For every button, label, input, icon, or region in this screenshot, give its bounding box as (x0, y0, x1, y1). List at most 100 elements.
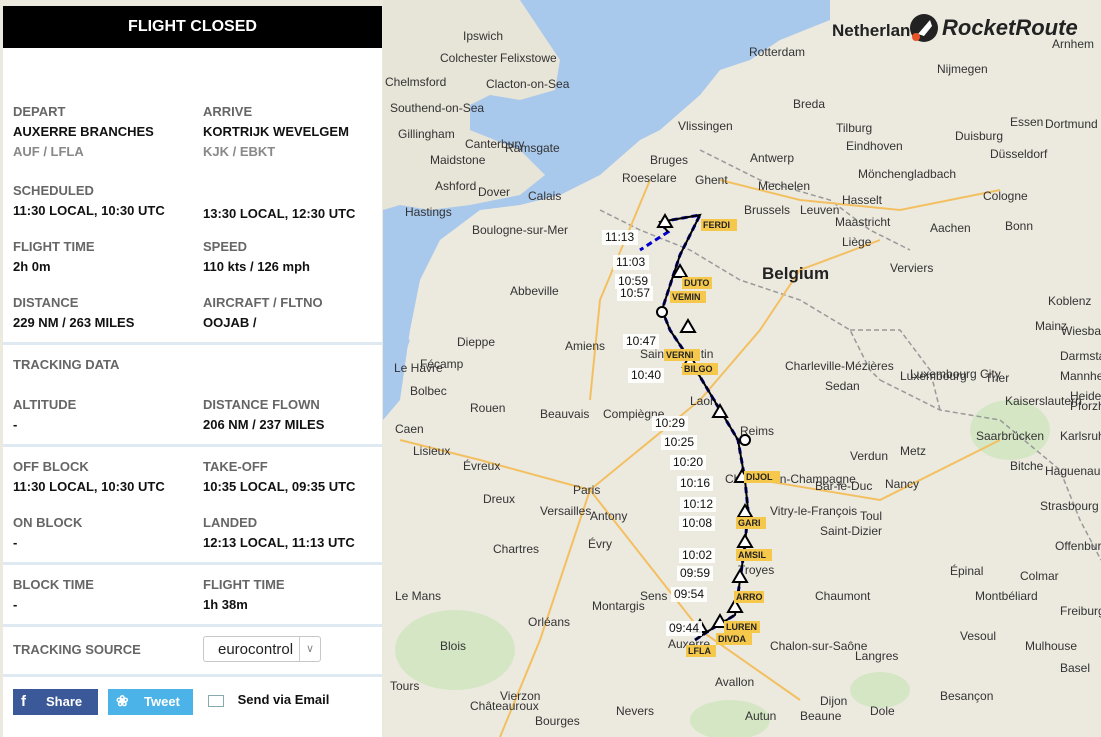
waypoint-label: DIJOL (746, 472, 773, 482)
aircraft-value: OOJAB / (203, 315, 257, 330)
city-label: Vlissingen (678, 119, 733, 133)
city-label: Chalon-sur-Saône (770, 639, 868, 653)
send-email-link[interactable]: Send via Email (208, 692, 329, 707)
city-label: Breda (793, 97, 825, 111)
city-label: Dreux (483, 492, 515, 506)
divider (3, 562, 382, 565)
depart-block: DEPART AUXERRE BRANCHES AUF / LFLA (13, 104, 154, 159)
waypoint-label: LFLA (688, 646, 711, 656)
time-label: 09:59 (680, 566, 710, 580)
time-label: 10:47 (626, 334, 656, 348)
time-label: 11:03 (616, 255, 645, 269)
city-label: Bar-le-Duc (815, 479, 872, 493)
chevron-down-icon: ∨ (299, 637, 320, 661)
tracking-title: TRACKING DATA (13, 357, 120, 372)
arrive-name: KORTRIJK WEVELGEM (203, 124, 349, 139)
city-label: Mannheim (1060, 369, 1101, 383)
time-label: 09:54 (674, 587, 704, 601)
time-label: 10:02 (682, 548, 712, 562)
city-label: Dole (870, 704, 895, 718)
city-label: Fécamp (420, 357, 464, 371)
speed-value: 110 kts / 126 mph (203, 259, 310, 274)
waypoint-label: DUTO (684, 278, 709, 288)
city-label: Nevers (616, 704, 654, 718)
city-label: Montargis (592, 599, 645, 613)
facebook-share-button[interactable]: f Share (13, 689, 98, 715)
city-label: Boulogne-sur-Mer (472, 223, 568, 237)
waypoint-label: AMSIL (738, 550, 767, 560)
distance-value: 229 NM / 263 MILES (13, 315, 135, 330)
time-label: 10:40 (631, 368, 661, 382)
city-label: Roeselare (622, 171, 677, 185)
flight-info-panel: FLIGHT CLOSED DEPART AUXERRE BRANCHES AU… (3, 6, 382, 737)
twitter-tweet-button[interactable]: ❀ Tweet (108, 689, 193, 715)
city-label: Colchester (440, 51, 497, 65)
city-label: Liège (842, 235, 872, 249)
flight-time-actual-value: 1h 38m (203, 597, 248, 612)
tracking-source-label: TRACKING SOURCE (13, 642, 141, 657)
city-label: Kaiserslautern (1005, 394, 1082, 408)
arrive-block: ARRIVE KORTRIJK WEVELGEM KJK / EBKT (203, 104, 349, 159)
city-label: Orléans (528, 615, 570, 629)
off-block-block: OFF BLOCK 11:30 LOCAL, 10:30 UTC (13, 459, 165, 494)
country-label-luxembourg: Luxembourg (900, 369, 967, 383)
city-label: Mainz (1035, 319, 1067, 333)
scheduled-label: SCHEDULED (13, 183, 94, 198)
flight-time-block: FLIGHT TIME 2h 0m (13, 239, 95, 274)
city-label: Dijon (820, 694, 847, 708)
block-time-block: BLOCK TIME - (13, 577, 94, 612)
city-label: Sedan (825, 379, 860, 393)
city-label: Dover (478, 185, 510, 199)
time-label: 10:25 (664, 435, 694, 449)
city-label: Blois (440, 639, 466, 653)
city-label: Bitche (1010, 459, 1044, 473)
facebook-share-label: Share (46, 694, 83, 709)
city-label: Chaumont (815, 589, 871, 603)
city-label: Hastings (405, 205, 452, 219)
city-label: Essen (1010, 115, 1043, 129)
aircraft-label: AIRCRAFT / FLTNO (203, 295, 323, 310)
time-label: 09:44 (669, 621, 699, 635)
city-label: Strasbourg (1040, 499, 1099, 513)
city-label: Mönchengladbach (858, 167, 956, 181)
waypoint-label: DIVDA (718, 634, 747, 644)
twitter-tweet-label: Tweet (144, 694, 180, 709)
flight-time-value: 2h 0m (13, 259, 51, 274)
scheduled-arrive-block: 13:30 LOCAL, 12:30 UTC (203, 201, 355, 221)
city-label: Leuven (800, 203, 839, 217)
time-label: 10:08 (682, 516, 712, 530)
speed-block: SPEED 110 kts / 126 mph (203, 239, 310, 274)
city-label: Brussels (744, 203, 790, 217)
city-label: Rouen (470, 401, 505, 415)
distance-block: DISTANCE 229 NM / 263 MILES (13, 295, 134, 330)
city-label: Trier (985, 371, 1009, 385)
time-label: 10:16 (680, 476, 710, 490)
city-label: Colmar (1020, 569, 1059, 583)
city-label: Hasselt (842, 193, 883, 207)
city-label: Saarbrücken (976, 429, 1044, 443)
distance-label: DISTANCE (13, 295, 79, 310)
city-label: Évreux (463, 458, 500, 473)
city-label: Rotterdam (749, 45, 805, 59)
distance-flown-block: DISTANCE FLOWN 206 NM / 237 MILES (203, 397, 324, 432)
city-label: Verdun (850, 449, 888, 463)
flight-time-label: FLIGHT TIME (13, 239, 95, 254)
tracking-source-value: eurocontrol (218, 641, 294, 658)
waypoint-label: VEMIN (672, 292, 701, 302)
on-block-block: ON BLOCK - (13, 515, 82, 550)
city-label: Mulhouse (1025, 639, 1077, 653)
depart-label: DEPART (13, 104, 66, 119)
landed-label: LANDED (203, 515, 258, 530)
city-label: Montbéliard (975, 589, 1038, 603)
divider (3, 674, 382, 677)
city-label: Épinal (950, 563, 983, 578)
time-label: 10:57 (620, 286, 650, 300)
city-label: Évry (588, 536, 612, 551)
city-label: Maidstone (430, 153, 486, 167)
altitude-block: ALTITUDE - (13, 397, 76, 432)
tracking-source-select[interactable]: eurocontrol ∨ (203, 636, 321, 662)
city-label: Chelmsford (385, 75, 446, 89)
city-label: Bruges (650, 153, 688, 167)
time-label: 11:13 (605, 230, 634, 244)
city-label: Antwerp (750, 151, 794, 165)
